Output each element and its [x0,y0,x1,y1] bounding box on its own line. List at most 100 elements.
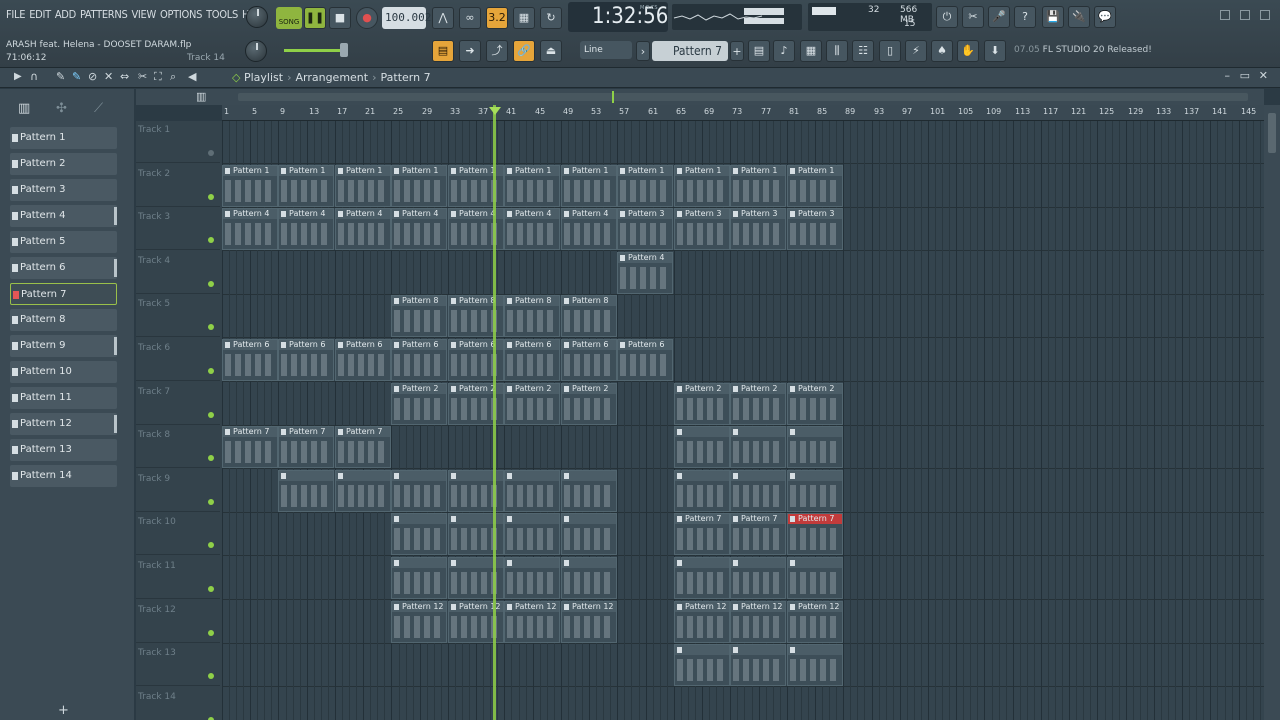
track-mute-led[interactable] [208,455,214,462]
pattern-clip[interactable]: Pattern 4 [504,208,560,250]
piano-roll-icon[interactable]: ▥ [196,90,206,103]
vertical-scrollbar[interactable] [1264,105,1280,720]
plugin-database-button[interactable]: ⚡ [905,40,927,62]
playhead-marker[interactable] [489,107,501,115]
slide-button[interactable]: ⤴ [486,40,508,62]
typing-keyboard-button[interactable]: ⏏ [540,40,562,62]
maximize-icon[interactable]: ▭ [1240,69,1250,82]
menu-patterns[interactable]: PATTERNS [78,8,129,21]
scrollbar-thumb[interactable] [238,93,1248,101]
pattern-clip[interactable] [391,513,447,555]
horizontal-scrollbar[interactable]: ▥ [136,89,1264,105]
pencil-icon[interactable]: ✎ [56,70,65,83]
automation-icon[interactable]: ⟋ [94,101,103,116]
pattern-clip[interactable]: Pattern 1 [617,165,673,207]
pattern-clip[interactable]: Pattern 4 [561,208,617,250]
pattern-clip[interactable] [787,557,843,599]
song-position-clock[interactable]: 1:32:56 M:S:CS [568,2,668,32]
pattern-clip[interactable]: Pattern 6 [617,339,673,381]
pattern-selector[interactable]: Pattern 7 [652,41,728,61]
snap-selector[interactable]: Line [580,41,632,59]
timeline-ruler[interactable]: 1 5 9 13 17 21 25 29 33 37 41 45 49 53 57 61 65 69 73 77 81 8… [222,105,1264,121]
pattern-clip[interactable]: Pattern 1 [504,165,560,207]
pattern-clip[interactable] [787,644,843,686]
playlist-grid[interactable]: Pattern 1 Pattern 1 Pattern 1 Pattern 1 Patt… [222,121,1264,720]
pattern-clip[interactable]: Pattern 4 [335,208,391,250]
master-pitch-knob[interactable] [246,6,268,28]
pattern-clip[interactable]: Pattern 2 [730,383,786,425]
track-mute-led[interactable] [208,411,214,418]
pattern-clip[interactable] [504,557,560,599]
pattern-clip[interactable]: Pattern 8 [391,295,447,337]
pattern-clip[interactable]: Pattern 8 [561,295,617,337]
touch-controller-button[interactable]: ✋ [957,40,979,62]
cut-button[interactable]: ✂ [962,6,984,28]
track-mute-led[interactable] [208,193,214,200]
pattern-clip[interactable]: Pattern 7 [335,426,391,468]
pattern-clip[interactable] [730,644,786,686]
help-button[interactable]: ? [1014,6,1036,28]
pattern-clip[interactable] [335,470,391,512]
track-header[interactable]: Track 5 [136,295,220,338]
pattern-clip[interactable]: Pattern 6 [335,339,391,381]
pattern-clip[interactable] [561,513,617,555]
maximize-icon[interactable] [1240,10,1250,20]
slip-icon[interactable]: ⇔ [120,70,129,83]
pattern-clip[interactable]: Pattern 3 [617,208,673,250]
news-ticker[interactable]: 07.05 FL STUDIO 20 Released! [1014,45,1152,55]
pattern-clip[interactable]: Pattern 7 [278,426,334,468]
track-header[interactable]: Track 6 [136,339,220,381]
track-mute-led[interactable] [208,280,214,287]
pattern-item[interactable]: Pattern 10 [10,361,117,383]
pattern-clip[interactable] [730,557,786,599]
pattern-clip[interactable]: Pattern 2 [561,383,617,425]
chat-button[interactable]: 💬 [1094,6,1116,28]
menu-view[interactable]: VIEW [129,8,158,21]
playlist-menu-arrow-icon[interactable]: ▶ [14,71,22,82]
pattern-clip[interactable] [561,557,617,599]
step-edit-button[interactable]: ▦ [513,7,535,29]
pattern-clip[interactable]: Pattern 2 [391,383,447,425]
piano-icon[interactable]: ▥ [18,101,30,116]
pattern-item[interactable]: Pattern 14 [10,465,117,487]
pattern-item[interactable]: Pattern 7 [10,283,117,305]
channel-rack-button[interactable]: ▦ [800,40,822,62]
pattern-clip[interactable]: Pattern 6 [391,339,447,381]
reset-button[interactable]: ⏻ [936,6,958,28]
song-mode-button[interactable]: SONG [276,7,302,29]
pattern-item[interactable]: Pattern 11 [10,387,117,409]
pattern-clip[interactable]: Pattern 1 [222,165,278,207]
pattern-item[interactable]: Pattern 5 [10,231,117,253]
track-mute-led[interactable] [208,150,214,156]
track-header[interactable]: Track 14 [136,688,220,720]
oscilloscope[interactable] [672,4,802,30]
track-mute-led[interactable] [208,498,214,505]
track-header[interactable]: Track 3 [136,208,220,251]
pattern-clip[interactable]: Pattern 1 [787,165,843,207]
main-volume-knob[interactable] [245,40,267,62]
pattern-clip[interactable]: Pattern 2 [787,383,843,425]
paint-icon[interactable]: ✎ [72,70,81,83]
track-lane[interactable] [222,121,1264,164]
pattern-clip[interactable]: Pattern 1 [335,165,391,207]
pattern-clip[interactable]: Pattern 12 [730,601,786,643]
audio-clip-icon[interactable]: ✣ [56,101,67,116]
track-header[interactable]: Track 13 [136,644,220,687]
save-button[interactable]: 💾 [1042,6,1064,28]
close-icon[interactable]: ✕ [1259,69,1268,82]
tempo-tapper-button[interactable]: ♠ [931,40,953,62]
zoom-icon[interactable]: ⌕ [170,70,176,84]
pattern-clip[interactable]: Pattern 7 [787,513,843,555]
menu-options[interactable]: OPTIONS [158,8,204,21]
pattern-clip[interactable]: Pattern 1 [278,165,334,207]
browser-button[interactable]: ☷ [852,40,874,62]
track-lane[interactable] [222,252,1264,295]
pattern-clip[interactable]: Pattern 3 [787,208,843,250]
pattern-item[interactable]: Pattern 4 [10,205,117,227]
pattern-clip[interactable]: Pattern 4 [222,208,278,250]
pattern-clip[interactable]: Pattern 7 [674,513,730,555]
pattern-clip[interactable]: Pattern 6 [222,339,278,381]
pattern-clip[interactable] [278,470,334,512]
pattern-clip[interactable]: Pattern 3 [674,208,730,250]
slice-icon[interactable]: ✂ [138,70,147,83]
